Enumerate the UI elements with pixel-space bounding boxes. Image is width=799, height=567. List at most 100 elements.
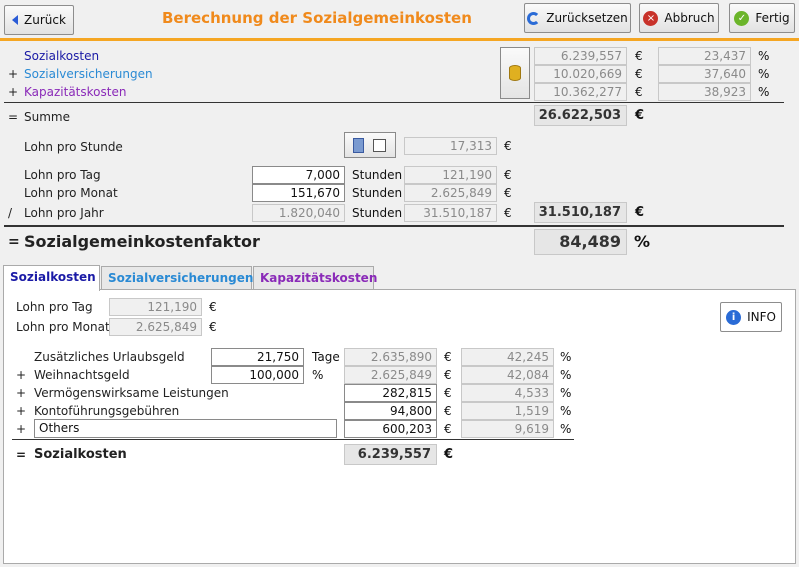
- plus-operator: +: [16, 422, 27, 436]
- panel-total-value: 6.239,557: [344, 444, 437, 465]
- sozialkosten-label: Sozialkosten: [24, 49, 100, 63]
- panel-lohn-tag-value: 121,190: [109, 298, 202, 316]
- sozialversicherungen-label: Sozialversicherungen: [24, 67, 153, 81]
- lohn-jahr-total: 31.510,187: [534, 202, 627, 223]
- equals-operator: =: [16, 448, 27, 462]
- euro-unit: €: [444, 386, 452, 400]
- euro-unit: €: [209, 320, 217, 334]
- info-button[interactable]: i INFO: [720, 302, 782, 332]
- others-percent: 9,619: [461, 420, 554, 438]
- euro-unit: €: [635, 67, 643, 81]
- panel-lohn-monat-value: 2.625,849: [109, 318, 202, 336]
- percent-unit: %: [560, 404, 572, 418]
- done-label: Fertig: [755, 11, 790, 25]
- tab-sozialversicherungen[interactable]: Sozialversicherungen: [101, 266, 254, 290]
- database-icon: [509, 65, 521, 81]
- equals-operator: =: [8, 234, 20, 250]
- hours-unit: Stunden: [352, 206, 403, 220]
- tab-label: Sozialversicherungen: [108, 271, 254, 285]
- checkbox[interactable]: [373, 139, 386, 152]
- others-name-input[interactable]: Others: [34, 419, 337, 438]
- percent-unit: %: [758, 49, 770, 63]
- cancel-icon: ×: [643, 10, 659, 26]
- sozialkosten-value: 6.239,557: [534, 47, 627, 65]
- kapazitaetskosten-percent: 38,923: [658, 83, 751, 101]
- sozialversicherungen-value: 10.020,669: [534, 65, 627, 83]
- percent-unit: %: [758, 85, 770, 99]
- lohn-tag-label: Lohn pro Tag: [24, 168, 101, 182]
- percent-unit: %: [312, 368, 324, 382]
- euro-unit: €: [504, 186, 512, 200]
- hours-per-day-input[interactable]: 7,000: [252, 166, 345, 184]
- cancel-button[interactable]: × Abbruch: [639, 3, 719, 33]
- euro-unit: €: [635, 205, 645, 220]
- lohn-jahr-value: 31.510,187: [404, 204, 497, 222]
- sozialversicherungen-percent: 37,640: [658, 65, 751, 83]
- hours-per-month-input[interactable]: 151,670: [252, 184, 345, 202]
- reset-button[interactable]: Zurücksetzen: [524, 3, 631, 33]
- urlaubsgeld-label: Zusätzliches Urlaubsgeld: [34, 350, 185, 364]
- vwl-value-input[interactable]: 282,815: [344, 384, 437, 402]
- faktor-label: Sozialgemeinkostenfaktor: [24, 232, 260, 251]
- euro-unit: €: [635, 108, 645, 123]
- summe-label: Summe: [24, 110, 70, 124]
- urlaubsgeld-days-input[interactable]: 21,750: [211, 348, 304, 366]
- percent-unit: %: [560, 386, 572, 400]
- cancel-label: Abbruch: [664, 11, 715, 25]
- percent-unit: %: [758, 67, 770, 81]
- tab-label: Kapazitätskosten: [260, 271, 378, 285]
- urlaubsgeld-value: 2.635,890: [344, 348, 437, 366]
- arrow-left-icon: [12, 15, 19, 25]
- panel-total-label: Sozialkosten: [34, 447, 127, 462]
- summe-value: 26.622,503: [534, 105, 627, 126]
- kapazitaetskosten-value: 10.362,277: [534, 83, 627, 101]
- euro-unit: €: [444, 350, 452, 364]
- percent-unit: %: [560, 422, 572, 436]
- euro-unit: €: [444, 404, 452, 418]
- hours-unit: Stunden: [352, 168, 403, 182]
- calculator-toggle[interactable]: [344, 132, 396, 158]
- plus-operator: +: [8, 67, 19, 81]
- lohn-tag-value: 121,190: [404, 166, 497, 184]
- weihnachtsgeld-percent-input[interactable]: 100,000: [211, 366, 304, 384]
- kontofuehrung-percent: 1,519: [461, 402, 554, 420]
- urlaubsgeld-percent: 42,245: [461, 348, 554, 366]
- lohn-monat-value: 2.625,849: [404, 184, 497, 202]
- kontofuehrung-label: Kontoführungsgebühren: [34, 404, 180, 418]
- euro-unit: €: [444, 368, 452, 382]
- others-value-input[interactable]: 600,203: [344, 420, 437, 438]
- done-button[interactable]: ✓ Fertig: [729, 3, 795, 33]
- percent-unit: %: [560, 368, 572, 382]
- tab-kapazitaetskosten[interactable]: Kapazitätskosten: [253, 266, 378, 290]
- page-title: Berechnung der Sozialgemeinkosten: [162, 9, 472, 27]
- lohn-jahr-label: Lohn pro Jahr: [24, 206, 104, 220]
- days-unit: Tage: [312, 350, 340, 364]
- database-button[interactable]: [500, 47, 530, 99]
- kapazitaetskosten-label: Kapazitätskosten: [24, 85, 127, 99]
- plus-operator: +: [8, 85, 19, 99]
- euro-unit: €: [504, 206, 512, 220]
- info-label: INFO: [747, 310, 776, 324]
- weihnachtsgeld-percent: 42,084: [461, 366, 554, 384]
- back-button[interactable]: Zurück: [4, 5, 74, 35]
- checkmark-icon: ✓: [734, 10, 750, 26]
- euro-unit: €: [444, 447, 454, 462]
- euro-unit: €: [504, 168, 512, 182]
- tab-sozialkosten[interactable]: Sozialkosten: [3, 265, 100, 291]
- title-bar: Zurück Berechnung der Sozialgemeinkosten…: [0, 0, 799, 41]
- euro-unit: €: [504, 139, 512, 153]
- kontofuehrung-value-input[interactable]: 94,800: [344, 402, 437, 420]
- percent-unit: %: [634, 232, 651, 251]
- euro-unit: €: [444, 422, 452, 436]
- weihnachtsgeld-label: Weihnachtsgeld: [34, 368, 130, 382]
- panel-lohn-monat-label: Lohn pro Monat: [16, 320, 110, 334]
- tab-panel-sozialkosten: Lohn pro Tag 121,190 € Lohn pro Monat 2.…: [3, 289, 796, 564]
- euro-unit: €: [635, 85, 643, 99]
- weihnachtsgeld-value: 2.625,849: [344, 366, 437, 384]
- calculator-icon: [353, 138, 364, 153]
- vwl-label: Vermögenswirksame Leistungen: [34, 386, 229, 400]
- refresh-icon: [527, 11, 541, 25]
- percent-unit: %: [560, 350, 572, 364]
- vwl-percent: 4,533: [461, 384, 554, 402]
- lohn-stunde-value: 17,313: [404, 137, 497, 155]
